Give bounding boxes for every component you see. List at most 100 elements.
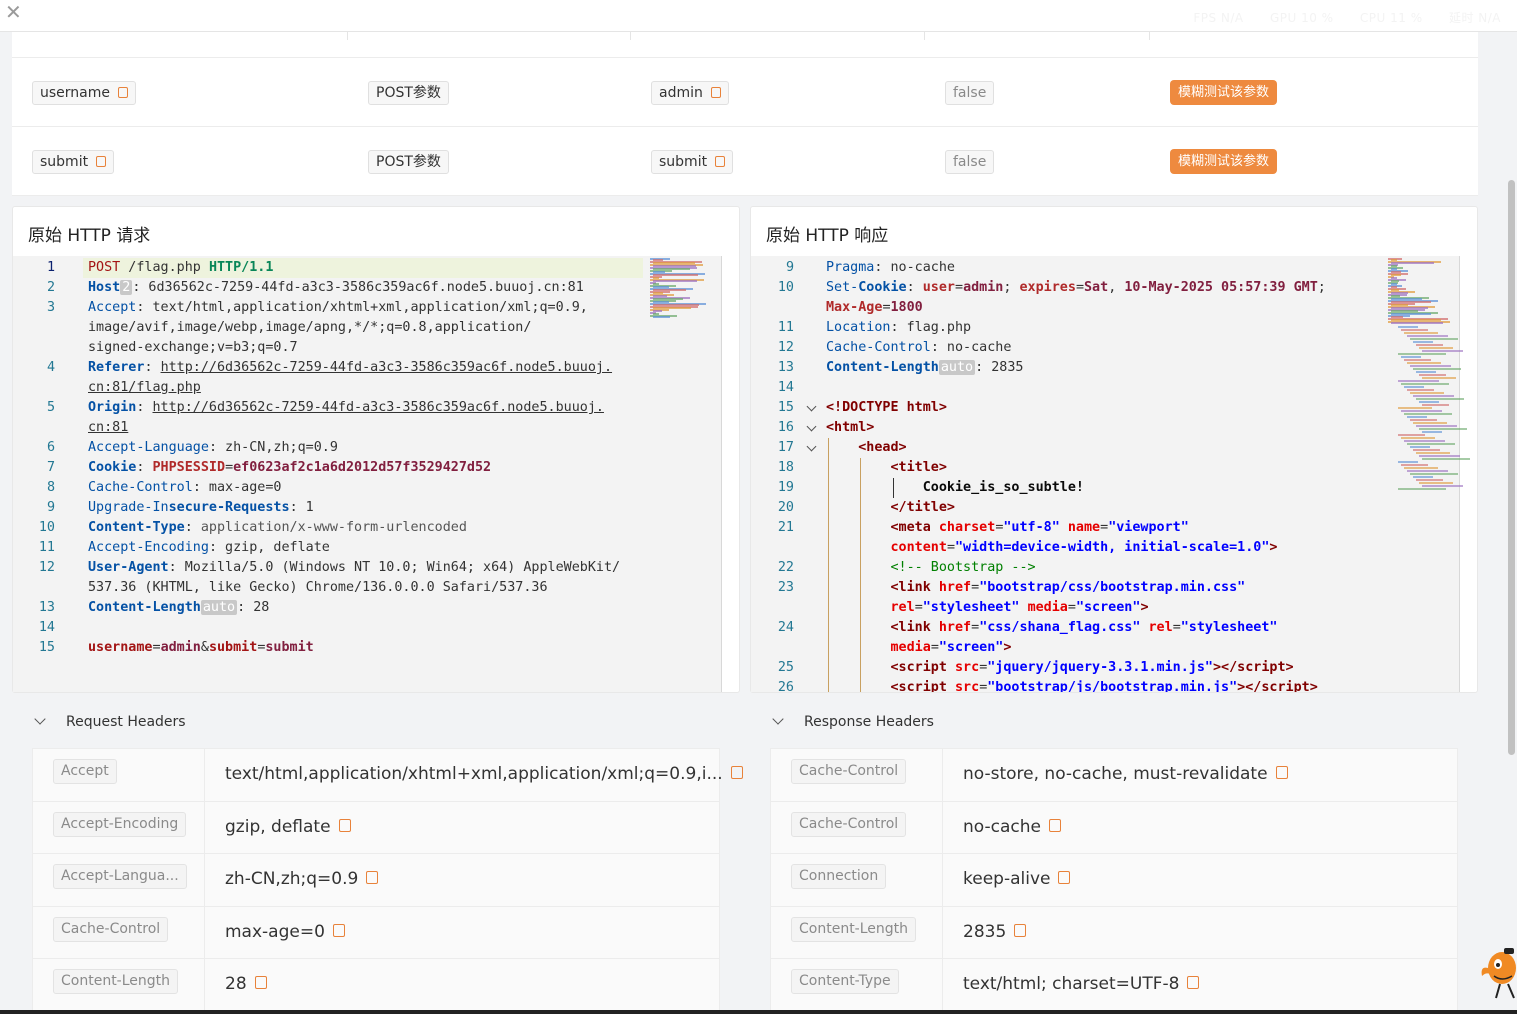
minimap-line xyxy=(1404,359,1431,361)
minimap-line xyxy=(1401,356,1421,358)
line-number: 11 xyxy=(777,320,794,335)
fuzz-param-button[interactable]: 模糊测试该参数 xyxy=(1170,80,1278,105)
fold-chevron-icon[interactable] xyxy=(806,401,817,412)
line-number: 11 xyxy=(38,540,55,555)
code-line: <meta charset="utf-8" name="viewport" xyxy=(890,520,1189,535)
copy-icon[interactable] xyxy=(1058,871,1071,885)
raw-response-editor[interactable]: 9 Pragma: no-cache 10 Set-Cookie: user=admi… xyxy=(751,256,1459,692)
minimap-line xyxy=(1401,437,1435,439)
param-flag-tag: false xyxy=(945,81,995,105)
copy-icon[interactable] xyxy=(332,923,345,937)
line-number: 15 xyxy=(38,640,55,655)
minimap-line xyxy=(1404,332,1438,334)
code-line: cn:81 xyxy=(88,420,129,435)
line-number: 4 xyxy=(46,360,55,375)
line-number: 16 xyxy=(777,420,794,435)
code-line: Upgrade-Insecure-Requests: 1 xyxy=(88,500,314,515)
line-number: 13 xyxy=(38,600,55,615)
param-value-tag[interactable]: submit xyxy=(651,150,734,174)
raw-request-title: 原始 HTTP 请求 xyxy=(28,226,151,246)
copy-icon[interactable] xyxy=(366,871,379,885)
close-icon[interactable]: ✕ xyxy=(5,2,22,22)
header-value: zh-CN,zh;q=0.9 xyxy=(225,869,379,889)
minimap-line xyxy=(1416,344,1443,346)
code-line: Location: flag.php xyxy=(826,320,972,335)
line-number: 18 xyxy=(777,460,794,475)
request-headers-toggle[interactable]: Request Headers xyxy=(34,713,186,730)
param-type-tag: POST参数 xyxy=(368,150,449,174)
param-name-tag[interactable]: submit xyxy=(32,150,115,174)
minimap-line xyxy=(1419,374,1446,376)
copy-icon[interactable] xyxy=(96,156,107,167)
copy-icon[interactable] xyxy=(1048,818,1061,832)
perf-stats: FPS N/A GPU 10 % CPU 11 % 延时 N/A xyxy=(1171,9,1501,26)
copy-icon[interactable] xyxy=(118,87,128,98)
minimap-line xyxy=(1413,476,1433,478)
copy-icon[interactable] xyxy=(730,766,743,779)
code-line: User-Agent: Mozilla/5.0 (Windows NT 10.0… xyxy=(88,560,621,575)
header-value: no-store, no-cache, must-revalidate xyxy=(963,764,1288,784)
line-number: 2 xyxy=(46,280,55,295)
minimap-line xyxy=(1422,350,1463,352)
header-value: gzip, deflate xyxy=(225,817,351,837)
copy-icon[interactable] xyxy=(254,976,267,990)
code-line: Host 2: 6d36562c-7259-44fd-a3c3-3586c359a… xyxy=(88,280,584,295)
header-key-cell: Content-Length xyxy=(771,906,943,959)
line-number: 12 xyxy=(38,560,55,575)
code-line: Cache-Control: no-cache xyxy=(826,340,1012,355)
editor-minimap[interactable] xyxy=(650,256,720,692)
header-value: text/html,application/xhtml+xml,applicat… xyxy=(225,764,743,784)
header-row: Accept text/html,application/xhtml+xml,ap… xyxy=(33,749,743,802)
minimap-line xyxy=(1407,470,1448,472)
minimap-line xyxy=(1407,335,1448,337)
minimap-line xyxy=(1407,389,1434,391)
minimap-line xyxy=(1422,377,1456,379)
header-row: Cache-Control max-age=0 xyxy=(33,906,719,960)
header-row: Accept-Encoding gzip, deflate xyxy=(33,801,719,855)
editor-scrollbar[interactable] xyxy=(721,256,722,692)
request-headers-table: Accept text/html,application/xhtml+xml,ap… xyxy=(32,748,743,1013)
header-key-tag: Content-Type xyxy=(791,969,899,995)
copy-icon[interactable] xyxy=(710,87,721,98)
copy-icon[interactable] xyxy=(338,818,351,832)
param-row: submit POST参数 submit false 模糊测试该参数 xyxy=(12,127,1478,196)
code-line: 537.36 (KHTML, like Gecko) Chrome/136.0.… xyxy=(88,580,548,595)
header-value: no-cache xyxy=(963,817,1061,837)
gpu-stat: GPU 10 % xyxy=(1269,11,1334,25)
header-key-tag: Connection xyxy=(791,864,887,890)
raw-request-editor[interactable]: 1 POST /flag.php HTTP/1.1 2 Host 2: 6d36562c… xyxy=(13,256,721,692)
fold-chevron-icon[interactable] xyxy=(806,441,817,452)
editor-minimap[interactable] xyxy=(1388,256,1470,692)
param-name-tag[interactable]: username xyxy=(32,81,136,105)
fuzz-param-button[interactable]: 模糊测试该参数 xyxy=(1170,149,1278,174)
line-number: 19 xyxy=(777,480,794,495)
chevron-down-icon xyxy=(34,713,46,725)
fps-stat: FPS N/A xyxy=(1193,11,1244,25)
page-scrollbar[interactable] xyxy=(1508,180,1515,755)
minimap-line xyxy=(653,280,698,282)
line-number: 9 xyxy=(46,500,55,515)
header-key-cell: Content-Type xyxy=(771,959,943,1011)
response-headers-toggle[interactable]: Response Headers xyxy=(772,713,934,730)
raw-response-panel: 原始 HTTP 响应 9 Pragma: no-cache 10 Set-Cookie… xyxy=(750,206,1478,693)
minimap-line xyxy=(1407,443,1455,445)
header-key-tag: Content-Length xyxy=(53,969,179,995)
indent-guide xyxy=(860,458,861,692)
param-value-tag[interactable]: admin xyxy=(651,81,729,105)
copy-icon[interactable] xyxy=(1275,766,1288,779)
editor-scrollbar[interactable] xyxy=(1459,256,1460,692)
minimap-line xyxy=(1416,452,1450,454)
header-value-text: text/html,application/xhtml+xml,applicat… xyxy=(225,764,723,784)
header-value: keep-alive xyxy=(963,869,1071,889)
copy-icon[interactable] xyxy=(715,156,726,167)
code-line: signed-exchange;v=b3;q=0.7 xyxy=(88,340,298,355)
mascot-icon[interactable] xyxy=(1480,946,1517,1000)
code-line: </title> xyxy=(890,500,956,515)
header-key-tag: Cache-Control xyxy=(53,916,169,942)
copy-icon[interactable] xyxy=(1187,976,1200,990)
code-line: rel="stylesheet" media="screen"> xyxy=(890,600,1149,615)
fold-chevron-icon[interactable] xyxy=(806,421,817,432)
copy-icon[interactable] xyxy=(1014,923,1027,937)
header-key-cell: Accept-Langua... xyxy=(33,854,205,906)
line-number: 7 xyxy=(46,460,55,475)
